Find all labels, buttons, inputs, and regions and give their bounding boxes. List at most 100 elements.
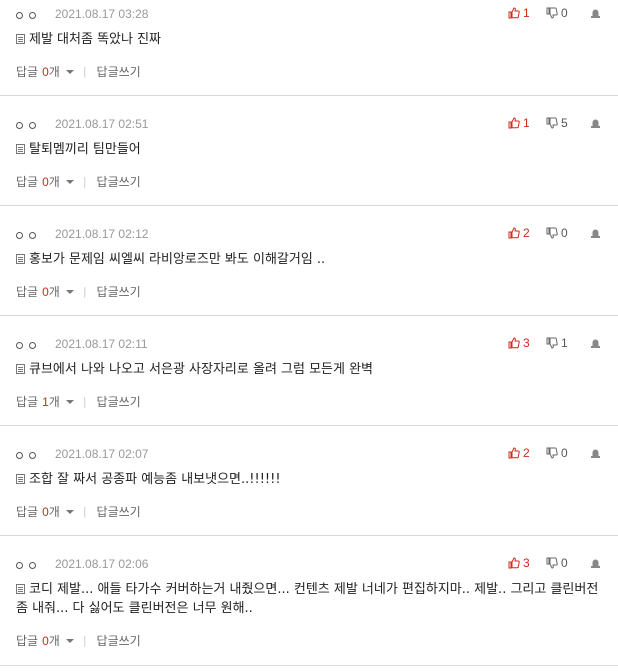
dislike-count: 5: [561, 116, 568, 130]
siren-icon: [590, 449, 600, 458]
reply-count: 0: [42, 64, 49, 79]
author-nickname[interactable]: [16, 338, 36, 352]
nick-dot-icon: [16, 341, 23, 349]
reply-label: 답글: [16, 65, 39, 79]
thumbs-up-icon: [508, 447, 520, 459]
like-count: 1: [523, 116, 530, 130]
caret-down-icon: [65, 290, 74, 294]
comment-date: 2021.08.17 02:12: [55, 227, 149, 241]
comment-item: 2021.08.17 02:11 3 1 큐브에서 나와 나오고 서은광 사장자…: [0, 316, 618, 426]
author-nickname[interactable]: [16, 558, 36, 572]
comment-text: 코디 제발... 애들 타가수 커버하는거 내줬으면... 컨텐츠 제발 너네가…: [16, 582, 599, 616]
document-icon: [16, 364, 25, 374]
reply-toggle[interactable]: 답글 0 개: [16, 173, 74, 190]
dislike-count: 0: [561, 556, 568, 570]
author-nickname[interactable]: [16, 448, 36, 462]
document-icon: [16, 254, 25, 264]
thumbs-up-icon: [508, 227, 520, 239]
siren-icon: [590, 559, 600, 568]
report-button[interactable]: [590, 8, 600, 18]
report-button[interactable]: [590, 228, 600, 238]
vote-area: 2 0: [508, 446, 600, 460]
like-button[interactable]: 1: [508, 116, 546, 130]
author-nickname[interactable]: [16, 228, 36, 242]
nick-dot-icon: [16, 451, 23, 459]
divider: |: [82, 395, 87, 408]
dislike-count: 0: [561, 446, 568, 460]
write-reply-link[interactable]: 답글쓰기: [97, 173, 141, 190]
comment-item: 2021.08.17 02:06 3 0 코디 제발... 애들 타가수 커버하…: [0, 536, 618, 666]
comment-item: 2021.08.17 02:51 1 5 탈퇴멤끼리 팀만들어 답글 0 개 | 답…: [0, 96, 618, 206]
dislike-button[interactable]: 0: [546, 226, 590, 240]
comment-actions: 답글 0 개 | 답글쓰기: [16, 283, 141, 300]
like-count: 2: [523, 446, 530, 460]
thumbs-down-icon: [546, 337, 558, 349]
comment-date: 2021.08.17 02:11: [55, 337, 148, 351]
dislike-button[interactable]: 0: [546, 446, 590, 460]
comment-item: 2021.08.17 02:07 2 0 조합 잘 짜서 공종파 예능좀 내보냇…: [0, 426, 618, 536]
like-count: 2: [523, 226, 530, 240]
report-button[interactable]: [590, 338, 600, 348]
comment-text: 조합 잘 짜서 공종파 예능좀 내보냇으면..!!!!!!: [29, 472, 281, 487]
reply-toggle[interactable]: 답글 0 개: [16, 63, 74, 80]
comment-date: 2021.08.17 03:28: [55, 7, 149, 21]
divider: |: [82, 175, 87, 188]
nick-dot-icon: [29, 561, 36, 569]
vote-area: 1 5: [508, 116, 600, 130]
nick-dot-icon: [29, 231, 36, 239]
thumbs-down-icon: [546, 227, 558, 239]
write-reply-link[interactable]: 답글쓰기: [97, 393, 141, 410]
reply-label: 답글: [16, 175, 39, 189]
thumbs-up-icon: [508, 337, 520, 349]
thumbs-down-icon: [546, 7, 558, 19]
thumbs-down-icon: [546, 117, 558, 129]
dislike-button[interactable]: 0: [546, 6, 590, 20]
report-button[interactable]: [590, 448, 600, 458]
like-button[interactable]: 3: [508, 336, 546, 350]
like-button[interactable]: 1: [508, 6, 546, 20]
nick-dot-icon: [16, 11, 23, 19]
write-reply-link[interactable]: 답글쓰기: [97, 283, 141, 300]
document-icon: [16, 144, 25, 154]
dislike-button[interactable]: 1: [546, 336, 590, 350]
report-button[interactable]: [590, 558, 600, 568]
write-reply-link[interactable]: 답글쓰기: [97, 503, 141, 520]
comment-date: 2021.08.17 02:51: [55, 117, 149, 131]
author-nickname[interactable]: [16, 8, 36, 22]
caret-down-icon: [65, 639, 74, 643]
like-button[interactable]: 2: [508, 446, 546, 460]
document-icon: [16, 584, 25, 594]
report-button[interactable]: [590, 118, 600, 128]
comment-actions: 답글 0 개 | 답글쓰기: [16, 503, 141, 520]
write-reply-link[interactable]: 답글쓰기: [97, 63, 141, 80]
dislike-button[interactable]: 0: [546, 556, 590, 570]
thumbs-up-icon: [508, 557, 520, 569]
thumbs-up-icon: [508, 117, 520, 129]
dislike-count: 1: [561, 336, 568, 350]
like-count: 3: [523, 336, 530, 350]
comment-actions: 답글 0 개 | 답글쓰기: [16, 632, 141, 649]
reply-unit: 개: [48, 395, 60, 409]
reply-label: 답글: [16, 285, 39, 299]
comment-date: 2021.08.17 02:06: [55, 557, 149, 571]
comment-date: 2021.08.17 02:07: [55, 447, 149, 461]
dislike-button[interactable]: 5: [546, 116, 590, 130]
reply-toggle[interactable]: 답글 0 개: [16, 503, 74, 520]
reply-count: 0: [42, 633, 49, 648]
comment-item: 2021.08.17 02:12 2 0 홍보가 문제임 씨엘씨 라비앙로즈만 …: [0, 206, 618, 316]
author-nickname[interactable]: [16, 118, 36, 132]
like-count: 3: [523, 556, 530, 570]
reply-label: 답글: [16, 395, 39, 409]
caret-down-icon: [65, 70, 74, 74]
reply-count: 0: [42, 504, 49, 519]
nick-dot-icon: [29, 451, 36, 459]
dislike-count: 0: [561, 226, 568, 240]
caret-down-icon: [65, 510, 74, 514]
reply-toggle[interactable]: 답글 0 개: [16, 283, 74, 300]
document-icon: [16, 34, 25, 44]
reply-toggle[interactable]: 답글 1 개: [16, 393, 74, 410]
reply-toggle[interactable]: 답글 0 개: [16, 632, 74, 649]
write-reply-link[interactable]: 답글쓰기: [97, 632, 141, 649]
like-button[interactable]: 3: [508, 556, 546, 570]
like-button[interactable]: 2: [508, 226, 546, 240]
